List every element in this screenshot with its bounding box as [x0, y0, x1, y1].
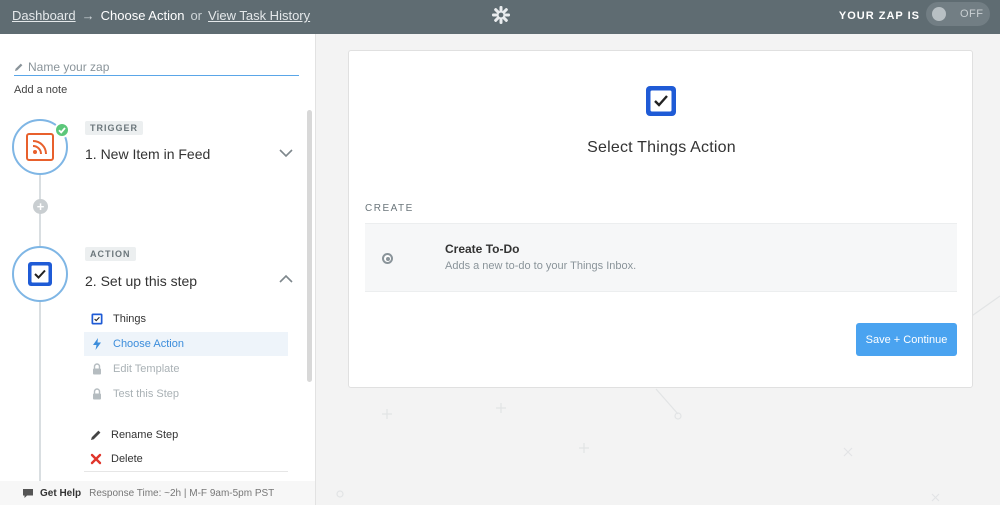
zap-status-label: YOUR ZAP IS [838, 10, 920, 22]
action-option-description: Adds a new to-do to your Things Inbox. [445, 260, 637, 272]
substep-label: Edit Template [113, 363, 180, 375]
lock-icon [91, 388, 103, 400]
lock-icon [91, 363, 103, 375]
substep-label: Test this Step [113, 388, 180, 400]
toggle-state-label: OFF [960, 8, 984, 20]
checkbox-icon [91, 313, 103, 325]
view-task-history-link[interactable]: View Task History [208, 8, 310, 23]
action-tag: ACTION [85, 247, 136, 261]
trigger-step-title[interactable]: 1. New Item in Feed [85, 146, 210, 162]
breadcrumb-or: or [190, 8, 203, 23]
substep-edit-template[interactable]: Edit Template [84, 357, 288, 381]
chevron-down-icon[interactable] [279, 148, 293, 158]
breadcrumb: Dashboard → Choose Action or View Task H… [12, 8, 310, 23]
rss-icon [26, 133, 54, 161]
action-radio[interactable] [382, 253, 393, 264]
create-section-label: CREATE [365, 203, 414, 214]
delete-step-label: Delete [111, 453, 143, 465]
add-note-link[interactable]: Add a note [14, 84, 67, 96]
help-bar: Get Help Response Time: ~2h | M-F 9am-5p… [0, 481, 315, 505]
substep-things[interactable]: Things [84, 307, 288, 331]
breadcrumb-current: Choose Action [100, 8, 185, 23]
zap-name-input[interactable] [28, 59, 288, 74]
main-panel: Select Things Action CREATE Create To-Do… [316, 34, 1000, 505]
things-app-icon [646, 86, 676, 116]
sidebar-scrollbar[interactable] [307, 110, 312, 382]
chat-bubble-icon [23, 488, 33, 498]
pencil-icon [15, 63, 23, 71]
zap-name-field [14, 58, 299, 76]
trigger-tag: TRIGGER [85, 121, 144, 135]
zap-on-off-toggle[interactable]: OFF [926, 2, 990, 26]
chevron-up-icon[interactable] [279, 274, 293, 284]
editor-sidebar: Add a note TRIGGER 1. New Item in Feed +… [0, 34, 316, 505]
response-time-text: Response Time: ~2h | M-F 9am-5pm PST [89, 487, 275, 499]
step-timeline [39, 174, 41, 505]
pencil-icon [90, 429, 102, 441]
action-option-title: Create To-Do [445, 242, 520, 256]
breadcrumb-dashboard-link[interactable]: Dashboard [12, 8, 76, 23]
step-complete-check-icon [54, 122, 70, 138]
add-step-button[interactable]: + [33, 199, 48, 214]
checkbox-icon [28, 262, 52, 286]
top-bar: Dashboard → Choose Action or View Task H… [0, 0, 1000, 34]
get-help-link[interactable]: Get Help [40, 488, 81, 499]
toggle-knob [932, 7, 946, 21]
delete-step-button[interactable]: Delete [90, 453, 143, 465]
rename-step-button[interactable]: Rename Step [90, 429, 178, 441]
sidebar-divider [84, 471, 288, 472]
select-action-card: Select Things Action CREATE Create To-Do… [348, 50, 973, 388]
zapier-asterisk-icon[interactable] [491, 5, 511, 25]
delete-x-icon [90, 453, 102, 465]
bolt-icon [91, 338, 103, 350]
card-title: Select Things Action [587, 139, 736, 156]
breadcrumb-arrow: → [81, 8, 95, 23]
action-option-create-todo[interactable]: Create To-Do Adds a new to-do to your Th… [365, 223, 957, 292]
save-continue-button[interactable]: Save + Continue [856, 323, 957, 356]
substep-label: Choose Action [113, 338, 184, 350]
action-step-icon-circle[interactable] [12, 246, 68, 302]
rename-step-label: Rename Step [111, 429, 179, 441]
substep-label: Things [113, 313, 147, 325]
action-step-title[interactable]: 2. Set up this step [85, 273, 197, 289]
substep-choose-action[interactable]: Choose Action [84, 332, 288, 356]
substep-test-step[interactable]: Test this Step [84, 382, 288, 406]
